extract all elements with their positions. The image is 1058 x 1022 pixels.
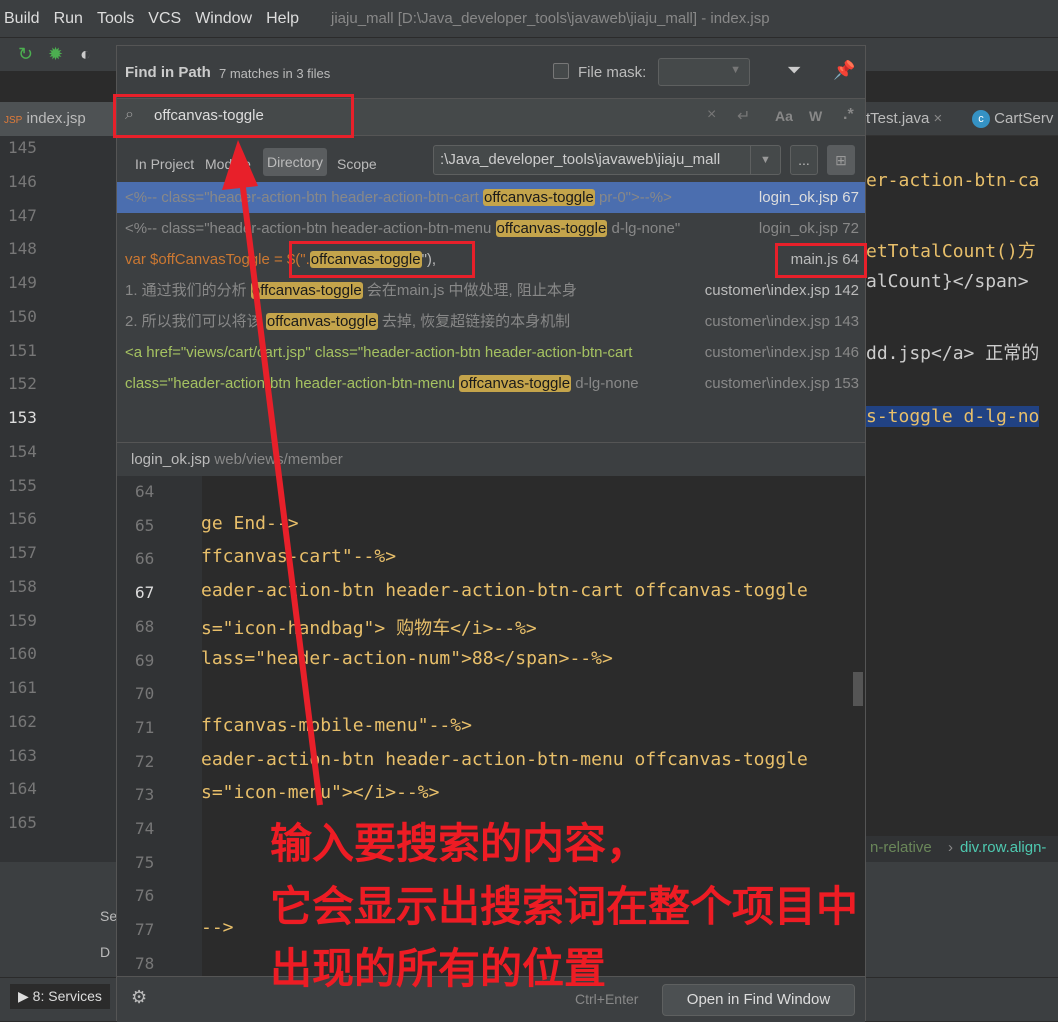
annotation-line: 输入要搜索的内容，	[270, 820, 649, 867]
annotation-line: 出现的所有的位置	[270, 945, 607, 992]
arrow-head	[222, 140, 258, 190]
annotation-line: 它会显示出搜索词在整个项目中	[270, 883, 859, 930]
arrow-shaft	[239, 179, 323, 806]
